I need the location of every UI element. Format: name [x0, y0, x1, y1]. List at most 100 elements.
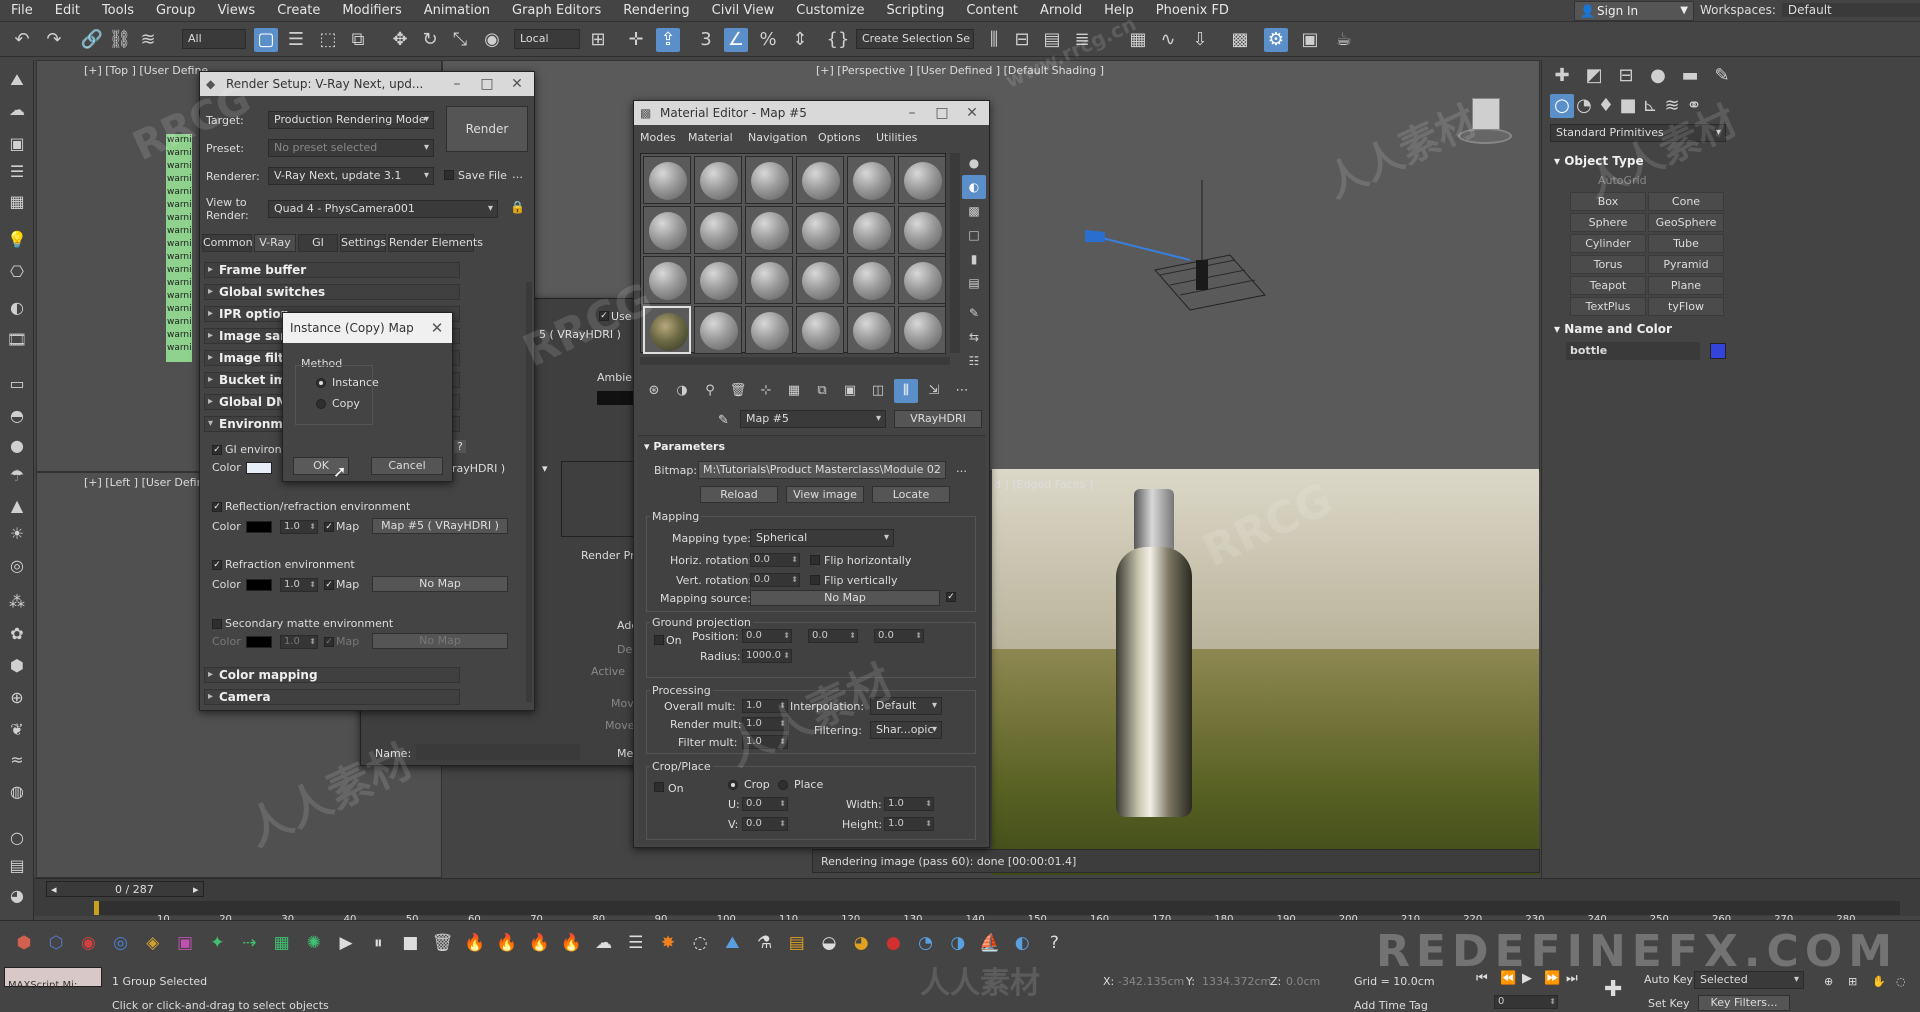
sun-icon[interactable]: ☀ [5, 522, 29, 546]
display-tab-icon[interactable]: ▬ [1678, 64, 1702, 88]
move-icon[interactable]: ✥ [388, 28, 412, 52]
scene-explorer-icon[interactable]: ⛰ [5, 68, 29, 92]
plugin-tool-icon[interactable]: 🔥 [527, 931, 551, 955]
overall-mult-spinner[interactable]: 1.0 [742, 699, 788, 713]
modify-tab-icon[interactable]: ◩ [1582, 64, 1606, 88]
sample-slot[interactable] [847, 256, 895, 304]
set-key-icon[interactable]: ✚ [1604, 977, 1622, 1002]
mapping-source-button[interactable]: No Map [750, 590, 940, 606]
sample-slot[interactable] [694, 156, 742, 204]
plugin-tool-icon[interactable]: ⬡ [44, 931, 68, 955]
toggle-scene-explorer-icon[interactable]: ▤ [1040, 28, 1064, 52]
filtering-dropdown[interactable]: Shar...opic [870, 721, 942, 739]
slots-hscrollbar[interactable] [640, 357, 950, 365]
light-icon[interactable]: 💡 [5, 228, 29, 252]
refl-color-swatch[interactable] [246, 521, 272, 533]
hair-icon[interactable]: ≈ [5, 748, 29, 772]
plugin-tool-icon[interactable]: ▦ [270, 931, 294, 955]
sec-color-swatch[interactable] [246, 636, 272, 648]
map-name-dropdown[interactable]: Map #5 [740, 410, 886, 428]
sample-slot[interactable] [898, 256, 946, 304]
scale-icon[interactable]: ⤡ [448, 28, 472, 52]
sample-slot[interactable] [745, 256, 793, 304]
bitmap-path-button[interactable]: M:\Tutorials\Product Masterclass\Module … [698, 461, 946, 479]
pan-icon[interactable]: ✋ [1872, 975, 1886, 988]
sample-slot[interactable] [796, 306, 844, 354]
renderer-dropdown[interactable]: V-Ray Next, update 3.1 [268, 167, 434, 185]
me-menu-modes[interactable]: Modes [640, 131, 676, 144]
primitive-plane-button[interactable]: Plane [1648, 276, 1724, 295]
refr-color-swatch[interactable] [246, 579, 272, 591]
primitive-tyflow-button[interactable]: tyFlow [1648, 297, 1724, 316]
help-button[interactable]: ? [454, 440, 466, 453]
selection-filter-dropdown[interactable]: All [182, 29, 246, 49]
curve-editor-icon[interactable]: ∿ [1156, 28, 1180, 52]
sample-uv-icon[interactable]: □ [962, 223, 986, 247]
merge-button[interactable]: Me [617, 747, 633, 760]
select-by-material-icon[interactable]: ⇆ [962, 325, 986, 349]
mapping-type-dropdown[interactable]: Spherical [750, 529, 894, 547]
edit-named-selection-icon[interactable]: {} [826, 28, 850, 52]
more-options-icon[interactable]: … [512, 168, 523, 181]
video-color-icon[interactable]: ▮ [962, 247, 986, 271]
me-menu-options[interactable]: Options [818, 131, 860, 144]
keyboard-shortcut-override-icon[interactable]: ⇪ [656, 28, 680, 52]
rollout-global-switches[interactable]: Global switches [204, 284, 460, 300]
dome-light-icon[interactable]: ◓ [5, 404, 29, 428]
auto-key-selection-dropdown[interactable]: Selected [1694, 971, 1804, 989]
primitive-textplus-button[interactable]: TextPlus [1570, 297, 1646, 316]
gi-env-checkbox[interactable]: ✓ [212, 445, 222, 455]
viewcube-box[interactable] [1472, 98, 1500, 130]
plant-icon[interactable]: ❦ [5, 718, 29, 742]
render-setup-titlebar[interactable]: ◆ Render Setup: V-Ray Next, upd... – □ ✕ [200, 72, 534, 96]
sphere-light-icon[interactable]: ◐ [5, 296, 29, 320]
primitive-torus-button[interactable]: Torus [1570, 255, 1646, 274]
position-z-spinner[interactable]: 0.0 [874, 629, 924, 643]
plugin-tool-icon[interactable]: ◔ [914, 931, 938, 955]
sec-map-checkbox[interactable]: ✓ [324, 637, 334, 647]
get-material-icon[interactable]: ⊛ [642, 379, 666, 403]
sign-in-button[interactable]: 👤 Sign In ▼ [1574, 1, 1694, 21]
plugin-tool-icon[interactable]: ☁ [592, 931, 616, 955]
menu-phoenix-fd[interactable]: Phoenix FD [1145, 0, 1240, 22]
sec-map-button[interactable]: No Map [372, 633, 508, 649]
position-y-spinner[interactable]: 0.0 [808, 629, 858, 643]
refl-mult-spinner[interactable]: 1.0 [280, 520, 318, 534]
name-input[interactable] [416, 744, 580, 760]
menu-animation[interactable]: Animation [413, 0, 501, 22]
current-frame-field[interactable]: 0 [1494, 995, 1558, 1009]
more-icon[interactable]: ⋯ [950, 379, 974, 403]
primitive-cylinder-button[interactable]: Cylinder [1570, 234, 1646, 253]
workspaces-value[interactable]: Default [1781, 3, 1920, 17]
render-setup-icon[interactable]: ⚙ [1264, 28, 1288, 52]
render-mult-spinner[interactable]: 1.0 [742, 717, 788, 731]
u-spinner[interactable]: 0.0 [742, 797, 788, 811]
undo-icon[interactable]: ↶ [10, 28, 34, 52]
lamp-icon[interactable]: ☂ [5, 464, 29, 488]
plugin-tool-icon[interactable]: ▶ [334, 931, 358, 955]
active-checkbox[interactable]: Active [591, 665, 625, 678]
height-spinner[interactable]: 1.0 [884, 817, 934, 831]
earth-icon[interactable]: ◕ [5, 884, 29, 908]
background-icon[interactable]: ▩ [962, 199, 986, 223]
menu-rendering[interactable]: Rendering [612, 0, 700, 22]
position-x-spinner[interactable]: 0.0 [742, 629, 792, 643]
previous-frame-icon[interactable]: ⏪ [1500, 971, 1516, 986]
preset-dropdown[interactable]: No preset selected [268, 139, 434, 157]
instance-radio[interactable] [316, 378, 326, 388]
mapping-source-checkbox[interactable]: ✓ [946, 592, 956, 602]
refl-map-button[interactable]: Map #5 ( VRayHDRI ) [372, 518, 508, 534]
rollout-color-mapping[interactable]: Color mapping [204, 667, 460, 683]
spacewarps-icon[interactable]: ≋ [1660, 94, 1684, 118]
menu-modifiers[interactable]: Modifiers [331, 0, 412, 22]
plugin-tool-icon[interactable]: ▤ [785, 931, 809, 955]
plugin-tool-icon[interactable]: 🔥 [559, 931, 583, 955]
sample-slot[interactable] [643, 156, 691, 204]
particles-icon[interactable]: ⁂ [5, 590, 29, 614]
sample-slot[interactable] [847, 306, 895, 354]
ground-on-checkbox[interactable] [654, 635, 664, 645]
maxscript-listener[interactable]: MAXScript Mi: [4, 967, 102, 991]
systems-icon[interactable]: ⚭ [1682, 94, 1706, 118]
v-spinner[interactable]: 0.0 [742, 817, 788, 831]
slots-scrollbar[interactable] [950, 153, 960, 353]
